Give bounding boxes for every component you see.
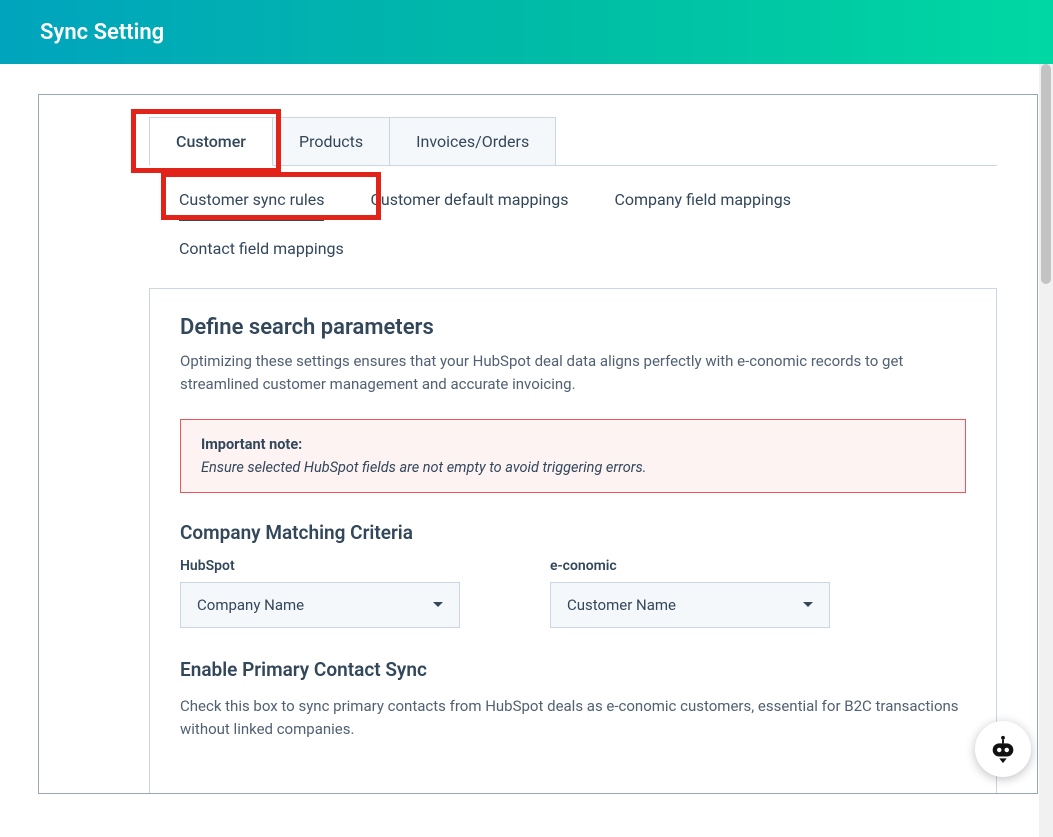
subtab-company-field-mappings[interactable]: Company field mappings: [614, 184, 791, 219]
define-search-desc: Optimizing these settings ensures that y…: [180, 350, 966, 397]
page-title: Sync Setting: [40, 20, 164, 45]
chatbot-icon: [988, 734, 1018, 764]
page-wrap: Customer Products Invoices/Orders Custom…: [0, 64, 1053, 794]
hubspot-col: HubSpot Company Name: [180, 558, 460, 628]
tab-invoices-orders[interactable]: Invoices/Orders: [389, 117, 556, 165]
subtab-customer-default-mappings[interactable]: Customer default mappings: [370, 184, 568, 219]
enable-primary-contact-desc: Check this box to sync primary contacts …: [180, 695, 966, 742]
hubspot-dropdown[interactable]: Company Name: [180, 582, 460, 628]
tab-customer[interactable]: Customer: [149, 117, 273, 166]
enable-primary-contact-title: Enable Primary Contact Sync: [180, 658, 966, 681]
main-panel: Customer Products Invoices/Orders Custom…: [38, 94, 1038, 794]
subtabs-row: Customer sync rules Customer default map…: [149, 166, 997, 219]
economic-dropdown[interactable]: Customer Name: [550, 582, 830, 628]
important-note-box: Important note: Ensure selected HubSpot …: [180, 419, 966, 493]
economic-dropdown-value: Customer Name: [567, 596, 676, 614]
note-title: Important note:: [201, 436, 945, 453]
scrollbar-thumb[interactable]: [1041, 64, 1051, 284]
scrollbar-track[interactable]: [1039, 64, 1053, 837]
subtab-contact-field-mappings[interactable]: Contact field mappings: [179, 233, 997, 264]
matching-row: HubSpot Company Name e-conomic Customer …: [180, 558, 966, 628]
chat-widget-button[interactable]: [975, 721, 1031, 777]
subtab-customer-sync-rules[interactable]: Customer sync rules: [179, 184, 324, 219]
subtabs-row-2: Contact field mappings: [149, 233, 997, 264]
define-search-title: Define search parameters: [180, 315, 966, 340]
tabs-row: Customer Products Invoices/Orders: [149, 117, 997, 166]
header-bar: Sync Setting: [0, 0, 1053, 64]
content-card: Define search parameters Optimizing thes…: [149, 288, 997, 794]
chevron-down-icon: [433, 602, 443, 607]
hubspot-label: HubSpot: [180, 558, 460, 574]
economic-label: e-conomic: [550, 558, 830, 574]
hubspot-dropdown-value: Company Name: [197, 596, 304, 614]
chevron-down-icon: [803, 602, 813, 607]
note-body: Ensure selected HubSpot fields are not e…: [201, 459, 945, 476]
company-matching-title: Company Matching Criteria: [180, 521, 966, 544]
economic-col: e-conomic Customer Name: [550, 558, 830, 628]
tab-products[interactable]: Products: [272, 117, 390, 165]
